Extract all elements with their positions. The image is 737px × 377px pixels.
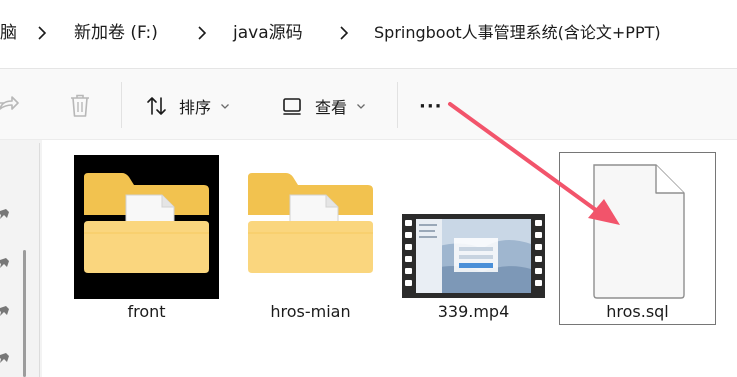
- toolbar-divider: [397, 82, 398, 128]
- breadcrumb-item-java-source[interactable]: java源码: [233, 20, 303, 46]
- file-icon: [593, 164, 685, 299]
- scrollbar[interactable]: [23, 250, 26, 377]
- more-options-button[interactable]: ···: [419, 90, 443, 122]
- chevron-down-icon: [357, 104, 365, 109]
- view-button[interactable]: 查看: [281, 90, 367, 122]
- view-icon: [283, 98, 301, 115]
- breadcrumb-item-computer[interactable]: 脑: [0, 20, 17, 46]
- chevron-right-icon[interactable]: [335, 24, 353, 42]
- trash-icon[interactable]: [68, 93, 92, 123]
- pin-icon[interactable]: [0, 350, 14, 364]
- file-item-hros-mian[interactable]: [238, 155, 383, 299]
- pin-icon[interactable]: [0, 206, 14, 220]
- breadcrumb-item-drive[interactable]: 新加卷 (F:): [74, 20, 158, 46]
- pin-icon[interactable]: [0, 303, 14, 317]
- breadcrumb-item-current-folder[interactable]: Springboot人事管理系统(含论文+PPT): [374, 20, 661, 46]
- folder-icon: [74, 155, 219, 299]
- chevron-right-icon[interactable]: [193, 24, 211, 42]
- file-name[interactable]: 339.mp4: [402, 302, 545, 321]
- more-icon: ···: [419, 95, 443, 117]
- share-icon[interactable]: [0, 93, 20, 121]
- chevron-down-icon: [221, 104, 229, 109]
- sort-icon: [147, 97, 166, 115]
- video-thumbnail-icon: [402, 214, 545, 298]
- file-item-339-mp4[interactable]: [402, 214, 545, 298]
- command-bar: [0, 69, 737, 140]
- chevron-right-icon[interactable]: [33, 24, 51, 42]
- sort-label: 排序: [179, 98, 212, 117]
- view-label: 查看: [315, 98, 348, 117]
- file-name[interactable]: hros-mian: [238, 302, 383, 321]
- file-name[interactable]: hros.sql: [559, 302, 716, 321]
- pane-divider[interactable]: [39, 143, 40, 377]
- file-name[interactable]: front: [74, 302, 219, 321]
- toolbar-divider: [121, 82, 122, 128]
- folder-icon: [248, 173, 373, 273]
- sort-button[interactable]: 排序: [145, 90, 231, 122]
- file-item-front[interactable]: [74, 155, 219, 299]
- address-bar[interactable]: 脑 新加卷 (F:) java源码 Springboot人事管理系统(含论文+P…: [0, 0, 737, 69]
- file-item-hros-sql[interactable]: [588, 163, 688, 299]
- pin-icon[interactable]: [0, 255, 14, 269]
